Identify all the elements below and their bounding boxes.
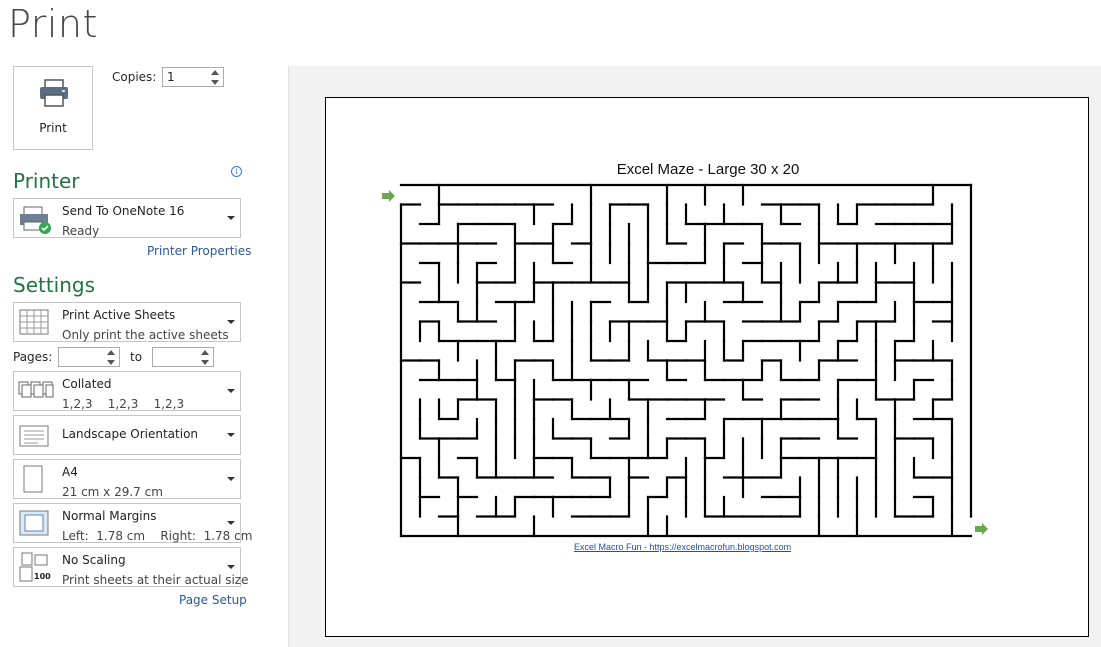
scaling-dropdown[interactable]: 100 No Scaling Print sheets at their act…: [13, 547, 249, 588]
print-what-dropdown[interactable]: Print Active Sheets Only print the activ…: [13, 302, 241, 342]
print-what-title: Print Active Sheets: [62, 308, 176, 322]
scaling-sub: Print sheets at their actual size: [62, 573, 249, 587]
chevron-down-icon: [227, 433, 235, 437]
chevron-down-icon: [227, 320, 235, 324]
printer-status: Ready: [62, 224, 100, 238]
pages-label: Pages:: [13, 350, 53, 364]
printer-name: Send To OneNote 16: [62, 204, 185, 218]
exit-arrow-icon: [975, 523, 988, 535]
copies-value: 1: [167, 70, 175, 84]
paper-title: A4: [62, 465, 78, 479]
margins-title: Normal Margins: [62, 509, 157, 523]
portrait-page-icon: [18, 464, 50, 498]
page-setup-link[interactable]: Page Setup: [179, 593, 247, 607]
chevron-down-icon: [227, 521, 235, 525]
copies-spinner[interactable]: [209, 68, 223, 86]
scaling-title: No Scaling: [62, 553, 126, 567]
collation-title: Collated: [62, 377, 112, 391]
margins-sub: Left: 1.78 cm Right: 1.78 cm: [62, 529, 253, 543]
settings-heading: Settings: [13, 273, 96, 297]
pages-from-input[interactable]: [58, 347, 120, 367]
print-button[interactable]: Print: [13, 66, 93, 150]
print-button-label: Print: [39, 121, 67, 135]
pages-to-spinner[interactable]: [199, 348, 213, 366]
margins-dropdown[interactable]: Normal Margins Left: 1.78 cm Right: 1.78…: [13, 503, 252, 543]
printer-icon: [38, 79, 70, 111]
paper-sub: 21 cm x 29.7 cm: [62, 485, 163, 499]
chevron-down-icon: [227, 565, 235, 569]
info-icon[interactable]: i: [231, 166, 242, 177]
sheet-grid-icon: [18, 307, 50, 341]
preview-page: Excel Maze - Large 30 x 20 Excel Macro F…: [325, 97, 1089, 637]
copies-input[interactable]: 1: [162, 67, 224, 87]
spin-up-icon[interactable]: [211, 70, 219, 75]
orientation-dropdown[interactable]: Landscape Orientation: [13, 415, 241, 455]
onenote-printer-icon: [18, 203, 54, 239]
margins-icon: [18, 508, 50, 542]
orientation-title: Landscape Orientation: [62, 427, 199, 441]
collation-sub: 1,2,3 1,2,3 1,2,3: [62, 397, 185, 411]
spin-down-icon[interactable]: [107, 360, 115, 365]
entry-arrow-icon: [382, 190, 395, 202]
chevron-down-icon: [227, 477, 235, 481]
pages-from-spinner[interactable]: [105, 348, 119, 366]
printer-properties-link[interactable]: Printer Properties: [147, 244, 251, 258]
spin-down-icon[interactable]: [211, 80, 219, 85]
pages-to-label: to: [130, 350, 143, 364]
scaling-icon: [18, 552, 50, 588]
scaling-icon-text: 100: [34, 572, 51, 581]
collated-icon: [18, 376, 54, 408]
spin-down-icon[interactable]: [201, 360, 209, 365]
chevron-down-icon: [227, 216, 235, 220]
chevron-down-icon: [227, 389, 235, 393]
maze-footer-link: Excel Macro Fun - https://excelmacrofun.…: [574, 542, 792, 552]
copies-label: Copies:: [112, 70, 157, 84]
printer-heading: Printer: [13, 169, 80, 193]
print-what-sub: Only print the active sheets: [62, 328, 229, 342]
landscape-page-icon: [18, 420, 50, 454]
printer-dropdown[interactable]: Send To OneNote 16 Ready: [13, 198, 241, 238]
maze-title: Excel Maze - Large 30 x 20: [616, 161, 800, 178]
spin-up-icon[interactable]: [107, 350, 115, 355]
pages-to-input[interactable]: [152, 347, 214, 367]
spin-up-icon[interactable]: [201, 350, 209, 355]
paper-size-dropdown[interactable]: A4 21 cm x 29.7 cm: [13, 459, 241, 499]
collation-dropdown[interactable]: Collated 1,2,3 1,2,3 1,2,3: [13, 371, 241, 411]
page-title: Print: [8, 2, 98, 46]
maze-grid: [399, 183, 973, 538]
